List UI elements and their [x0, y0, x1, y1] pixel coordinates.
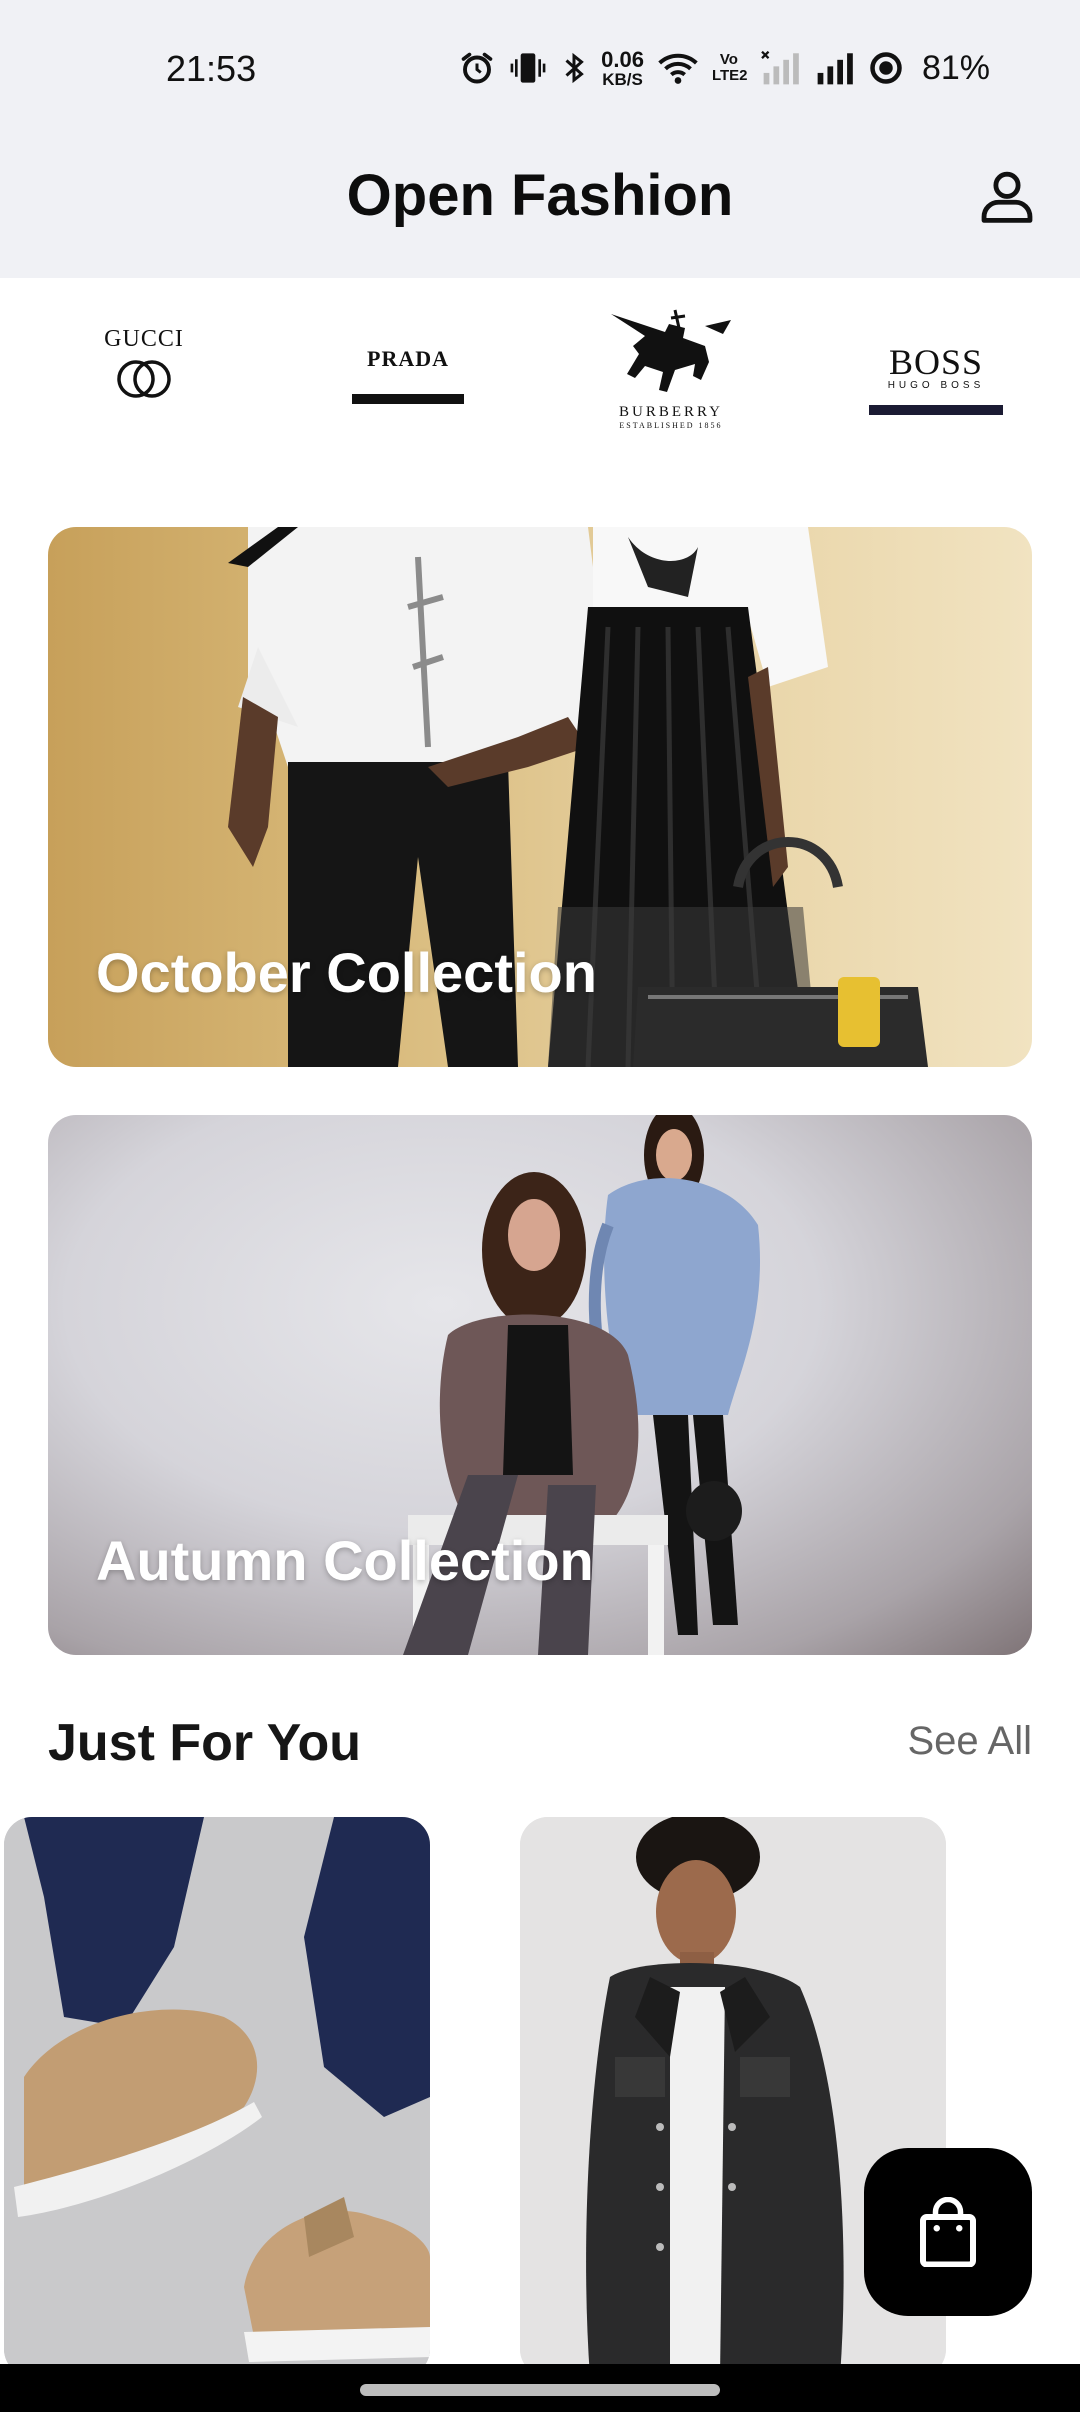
signal-icon — [817, 53, 853, 85]
product-card[interactable] — [4, 1817, 430, 2377]
system-nav-bar — [0, 2364, 1080, 2412]
brand-burberry-logo[interactable]: BURBERRY ESTABLISHED 1856 — [596, 306, 746, 430]
sneakers-photo — [4, 1817, 430, 2377]
vibrate-icon — [510, 53, 546, 83]
cart-button[interactable] — [864, 2148, 1032, 2316]
alarm-icon — [461, 52, 493, 84]
brand-gucci-name: GUCCI — [104, 326, 184, 352]
boss-bar — [869, 405, 1003, 415]
home-gesture-handle[interactable] — [360, 2384, 720, 2396]
brand-logos-row: GUCCI PRADA BURBERRY ESTABLISHED 1856 BO… — [0, 296, 1080, 446]
brand-gucci-logo[interactable]: GUCCI — [88, 326, 200, 401]
battery-percent: 81% — [921, 48, 990, 87]
brand-prada-name: PRADA — [367, 346, 449, 371]
screen: 21:53 0.06 KB/S Vo LTE2 81% Open Fashion… — [0, 0, 1080, 2412]
wifi-icon — [658, 53, 698, 84]
gucci-gg-icon — [117, 360, 171, 398]
section-title: Just For You — [48, 1714, 361, 1772]
status-bar: 21:53 0.06 KB/S Vo LTE2 81% — [0, 0, 1080, 138]
status-icons: 0.06 KB/S Vo LTE2 81% — [459, 44, 990, 92]
just-for-you-header: Just For You See All — [48, 1705, 1032, 1779]
shopping-bag-icon — [920, 2197, 976, 2267]
collection-title-october: October Collection — [96, 941, 597, 1004]
profile-button[interactable] — [978, 166, 1036, 224]
app-title: Open Fashion — [346, 163, 734, 228]
brand-burberry-name: BURBERRY — [618, 404, 724, 420]
user-icon — [981, 171, 1033, 223]
net-speed-unit: KB/S — [602, 69, 643, 89]
status-time: 21:53 — [166, 48, 257, 89]
top-bar: 21:53 0.06 KB/S Vo LTE2 81% Open Fashion — [0, 0, 1080, 278]
collection-title-autumn: Autumn Collection — [96, 1529, 594, 1592]
brand-boss-name: BOSS — [888, 342, 984, 382]
collection-card-october[interactable]: October Collection — [48, 527, 1032, 1067]
battery-icon — [870, 52, 902, 84]
signal-off-icon — [761, 50, 799, 85]
brand-burberry-sub: ESTABLISHED 1856 — [619, 421, 723, 430]
bluetooth-icon — [565, 52, 584, 84]
net-speed: 0.06 KB/S — [601, 46, 644, 89]
brand-boss-sub: HUGO BOSS — [887, 380, 985, 391]
brand-boss-logo[interactable]: BOSS HUGO BOSS — [866, 344, 1006, 415]
net-speed-value: 0.06 — [601, 46, 644, 72]
collection-card-autumn[interactable]: Autumn Collection — [48, 1115, 1032, 1655]
see-all-link[interactable]: See All — [907, 1719, 1032, 1764]
prada-bar — [352, 394, 464, 404]
brand-prada-logo[interactable]: PRADA — [350, 346, 466, 404]
volte-label: Vo LTE2 — [711, 51, 748, 84]
burberry-knight-icon — [611, 309, 731, 392]
